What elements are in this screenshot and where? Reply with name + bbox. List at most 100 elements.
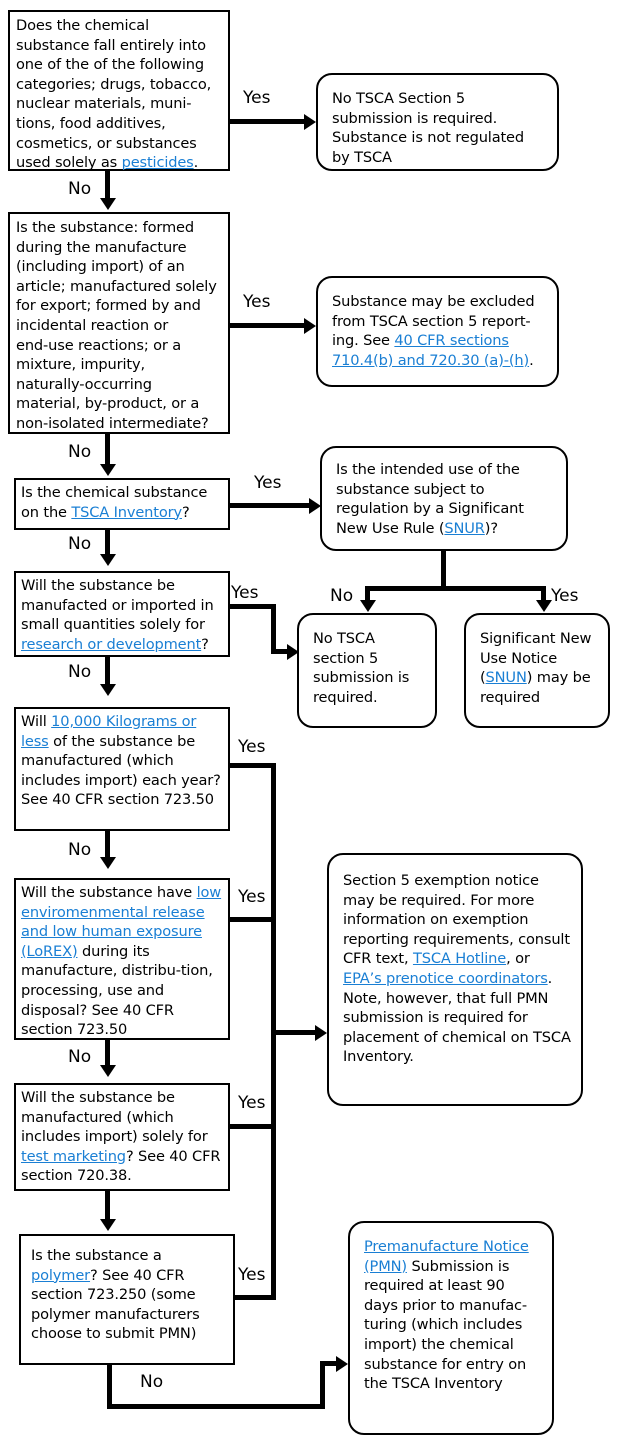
node-q7-lorex: Will the substance have low enviromenmen…	[14, 878, 230, 1040]
q5-pre: Will the substance be manufacted or impo…	[21, 577, 214, 634]
q2-line-5: for export; formed by and	[16, 297, 201, 315]
edge-label-q1-no: No	[68, 179, 92, 199]
edge-q7-no-arrow	[99, 1065, 116, 1077]
q2-line-7: end-use reactions; or a	[16, 336, 182, 354]
edge-q3-yes-line	[230, 503, 312, 508]
q1-line-7: cosmetics, or substances	[16, 134, 197, 152]
test-marketing-link[interactable]: test marketing	[21, 1148, 126, 1165]
q1-tail: .	[193, 154, 199, 172]
edge-q6-no-arrow	[99, 857, 116, 869]
node-q8-test-marketing: Will the substance be manufactured (whic…	[14, 1083, 230, 1191]
edge-label-q3-yes: Yes	[254, 473, 282, 493]
edge-q2-yes-arrow	[304, 317, 316, 334]
q2-line-1: Is the substance: formed	[16, 219, 194, 236]
edge-label-q7-yes: Yes	[238, 887, 266, 907]
q8-pre: Will the substance be manufactured (whic…	[21, 1089, 208, 1146]
edge-label-q3-no: No	[68, 534, 92, 554]
flowchart-canvas: Does the chemical substance fall entirel…	[0, 0, 622, 1444]
node-a6-pmn: Premanufacture Notice (PMN) Submission i…	[348, 1221, 554, 1435]
q5-tail: ?	[201, 635, 209, 653]
q4-tail: )?	[484, 519, 498, 537]
epa-prenotice-coordinators-link[interactable]: EPA’s prenotice coordinators	[343, 970, 548, 987]
q1-line-2: substance fall entirely into	[16, 36, 206, 54]
q1-line-3: one of the of the following	[16, 56, 204, 74]
edge-q4-no-arrow	[359, 600, 376, 612]
edge-label-q6-yes: Yes	[238, 737, 266, 757]
edge-exemption-arrow	[315, 1024, 327, 1041]
node-q9-polymer: Is the substance a polymer? See 40 CFR s…	[19, 1234, 235, 1365]
tsca-hotline-link[interactable]: TSCA Hotline	[413, 950, 506, 967]
edge-label-q2-yes: Yes	[243, 292, 271, 312]
node-a5-exemption: Section 5 exemption notice may be requir…	[327, 853, 583, 1106]
edge-q9-no-h	[107, 1404, 325, 1409]
q1-line-1: Does the chemical	[16, 17, 149, 34]
edge-q7-yes-line	[230, 917, 276, 922]
edge-q6-yes-line	[230, 763, 276, 768]
q2-line-10: material, by-product, or a	[16, 395, 200, 413]
q2-line-2: during the manufacture	[16, 238, 187, 256]
edge-q5-yes-arrow	[287, 643, 299, 660]
edge-label-q9-yes: Yes	[238, 1265, 266, 1285]
edge-q2-no-arrow	[99, 464, 116, 476]
edge-q4-stem	[441, 551, 446, 589]
edge-q5-no-arrow	[99, 684, 116, 696]
edge-q8-down-arrow	[99, 1219, 116, 1231]
q9-pre: Is the substance a	[31, 1247, 162, 1264]
node-q6-lvex: Will 10,000 Kilograms or less of the sub…	[14, 707, 230, 831]
edge-q5-no-line	[105, 657, 110, 686]
tsca-inventory-link[interactable]: TSCA Inventory	[71, 504, 182, 521]
edge-q9-no-v1	[107, 1365, 112, 1409]
q1-line-4: categories; drugs, tobacco,	[16, 75, 212, 93]
edge-q9-no-v2	[320, 1361, 325, 1404]
pesticides-link[interactable]: pesticides	[122, 154, 194, 171]
edge-label-q5-no: No	[68, 662, 92, 682]
edge-q4-bus	[365, 586, 546, 591]
edge-q1-yes-line	[230, 119, 306, 124]
edge-q8-yes-line	[230, 1124, 276, 1129]
polymer-link[interactable]: polymer	[31, 1267, 90, 1284]
node-a1-no-submission: No TSCA Section 5 submission is required…	[316, 73, 559, 171]
edge-label-q4-no: No	[330, 586, 354, 606]
q2-line-4: article; manufactured solely	[16, 277, 217, 295]
a1-text: No TSCA Section 5 submission is required…	[332, 90, 525, 166]
edge-label-q5-yes: Yes	[231, 583, 259, 603]
q6-tail: of the substance be manufactured (which …	[21, 732, 221, 809]
edge-q1-no-arrow	[99, 198, 116, 210]
research-development-link[interactable]: research or development	[21, 636, 201, 653]
edge-label-q1-yes: Yes	[243, 88, 271, 108]
edge-label-q2-no: No	[68, 442, 92, 462]
node-a2-excluded: Substance may be excluded from TSCA sect…	[316, 276, 559, 387]
node-q3-inventory: Is the chemical substance on the TSCA In…	[14, 478, 230, 530]
a2-tail: .	[529, 351, 534, 369]
edge-label-q8-yes: Yes	[238, 1093, 266, 1113]
edge-q3-no-line	[105, 530, 110, 556]
edge-q6-no-line	[105, 831, 110, 859]
q3-tail: ?	[181, 503, 190, 521]
edge-label-q7-no: No	[68, 1047, 92, 1067]
edge-q9-yes-line	[235, 1295, 276, 1300]
q2-line-9: naturally-occurring	[16, 375, 152, 393]
node-a4-snun: Significant New Use Notice (SNUN) may be…	[464, 613, 610, 728]
a5-seg2: , or	[506, 950, 530, 968]
edge-q7-no-line	[105, 1040, 110, 1067]
edge-q9-no-arrow	[336, 1355, 348, 1372]
snun-link[interactable]: SNUN	[486, 669, 527, 686]
node-q4-snur: Is the intended use of the substance sub…	[320, 446, 568, 551]
edge-q2-yes-line	[230, 323, 306, 328]
edge-q5-yes-v	[271, 604, 276, 654]
q1-line-8: used solely as pesticides.	[16, 153, 223, 173]
node-a3-no-tsca: No TSCA section 5 submission is required…	[297, 613, 437, 728]
q2-line-3: (including import) of an	[16, 258, 185, 276]
a6-tail: Submission is required at least 90 days …	[364, 1257, 527, 1393]
q7-pre: Will the substance have	[21, 884, 197, 901]
q2-line-11: non-isolated intermediate?	[16, 414, 209, 432]
edge-q1-no-line	[105, 171, 110, 200]
edge-q1-yes-arrow	[304, 113, 316, 130]
edge-q4-yes-arrow	[535, 600, 552, 612]
edge-q5-yes-h1	[230, 604, 276, 609]
edge-label-q9-no: No	[140, 1372, 164, 1392]
q1-line-6: tions, food additives,	[16, 114, 166, 132]
snur-link[interactable]: SNUR	[444, 520, 485, 537]
node-q5-rd: Will the substance be manufacted or impo…	[14, 571, 230, 657]
edge-q3-no-arrow	[99, 554, 116, 566]
